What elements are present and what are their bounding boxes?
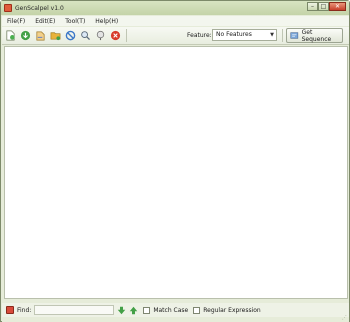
sequence-editor[interactable]: [4, 46, 348, 299]
regex-checkbox[interactable]: [193, 306, 201, 314]
close-button[interactable]: ✕: [329, 2, 346, 11]
block-icon: [65, 30, 76, 41]
feature-value: No Features: [216, 31, 252, 38]
toolbar-separator: [126, 29, 127, 42]
app-icon: [4, 4, 12, 12]
status-bar: ⋰: [2, 315, 349, 322]
minimize-button[interactable]: –: [307, 2, 318, 11]
folder-icon: [50, 32, 61, 41]
maximize-button[interactable]: □: [318, 2, 329, 11]
get-sequence-button[interactable]: Get Sequence: [286, 28, 343, 43]
match-case-checkbox[interactable]: [143, 306, 151, 314]
find-input[interactable]: [34, 305, 115, 315]
search-button[interactable]: [79, 29, 92, 42]
chevron-down-icon: ▼: [270, 32, 274, 38]
menu-edit[interactable]: Edit(E): [30, 18, 60, 25]
main-window: GenScalpel v1.0 – □ ✕ File(F) Edit(E) To…: [0, 0, 350, 322]
window-controls: – □ ✕: [307, 2, 346, 11]
new-file-icon: [6, 30, 15, 41]
toolbar-separator: [282, 29, 283, 42]
title-bar[interactable]: GenScalpel v1.0 – □ ✕: [1, 1, 349, 15]
new-button[interactable]: [4, 29, 17, 42]
find-previous-icon[interactable]: [129, 306, 138, 315]
close-find-icon[interactable]: [6, 306, 14, 314]
folder-button[interactable]: [49, 29, 62, 42]
feature-dropdown[interactable]: No Features ▼: [212, 29, 277, 41]
open-file-icon: [36, 31, 45, 41]
download-button[interactable]: [19, 29, 32, 42]
match-case-label: Match Case: [153, 306, 189, 314]
menu-bar: File(F) Edit(E) Tool(T) Help(H): [2, 16, 349, 26]
help-button[interactable]: [94, 29, 107, 42]
search-icon: [81, 31, 90, 40]
menu-tool[interactable]: Tool(T): [60, 18, 90, 25]
download-icon: [20, 30, 31, 41]
stop-icon: [110, 30, 121, 41]
toolbar: Feature: No Features ▼ Get Sequence: [2, 27, 349, 45]
find-bar: Find: Match Case Regular Expression: [2, 303, 349, 317]
block-button[interactable]: [64, 29, 77, 42]
stop-button[interactable]: [109, 29, 122, 42]
window-title: GenScalpel v1.0: [15, 4, 64, 12]
regex-label: Regular Expression: [203, 306, 261, 314]
resize-grip-icon[interactable]: ⋰: [342, 315, 347, 321]
help-icon: [96, 30, 105, 41]
feature-label: Feature:: [187, 32, 212, 39]
get-sequence-icon: [290, 32, 299, 39]
open-button[interactable]: [34, 29, 47, 42]
find-label: Find:: [17, 306, 32, 314]
menu-file[interactable]: File(F): [2, 18, 30, 25]
find-next-icon[interactable]: [117, 306, 126, 315]
get-sequence-label: Get Sequence: [301, 28, 332, 43]
menu-help[interactable]: Help(H): [90, 18, 123, 25]
